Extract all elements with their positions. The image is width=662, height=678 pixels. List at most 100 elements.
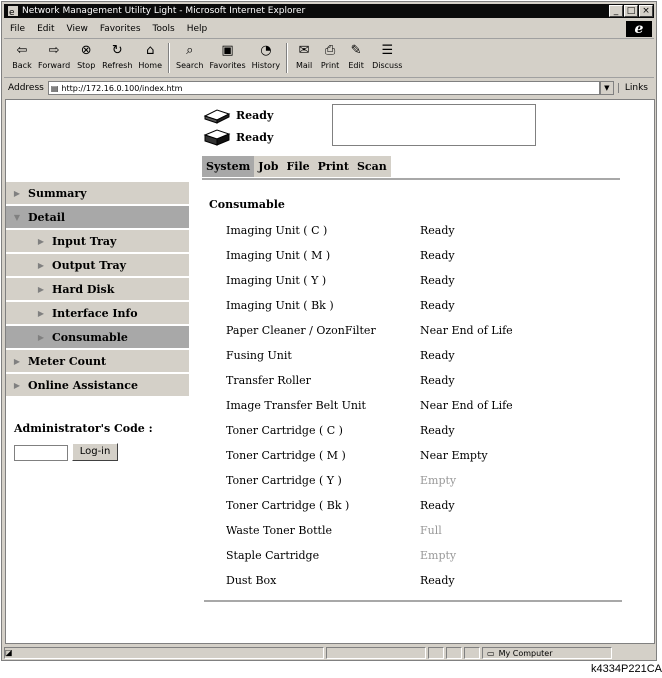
search-button[interactable]: ⌕ Search: [176, 39, 203, 71]
consumable-status: Near End of Life: [420, 324, 513, 337]
admin-code-input[interactable]: [14, 445, 68, 461]
chevron-right-icon: ▶: [37, 236, 45, 246]
consumable-name: Dust Box: [226, 574, 277, 587]
nav-summary[interactable]: ▶ Summary: [6, 182, 189, 204]
consumable-name: Toner Cartridge ( Y ): [226, 474, 342, 487]
consumable-row: Waste Toner Bottle Full: [226, 524, 442, 544]
address-bar: Address ▤ http://172.16.0.100/index.htm …: [4, 79, 654, 97]
consumable-status: Ready: [420, 499, 455, 512]
nav-detail[interactable]: ▼ Detail: [6, 206, 189, 228]
minimize-button[interactable]: _: [609, 5, 623, 17]
nav-hard-disk[interactable]: ▶ Hard Disk: [6, 278, 189, 300]
tab-system[interactable]: System: [202, 156, 255, 177]
consumable-row: Toner Cartridge ( C ) Ready: [226, 424, 455, 444]
nav-meter-count[interactable]: ▶ Meter Count: [6, 350, 189, 372]
svg-text:e: e: [9, 8, 15, 16]
back-arrow-icon: ⇦: [16, 42, 28, 58]
tab-bar: System Job File Print Scan: [202, 156, 391, 177]
section-title: Consumable: [209, 198, 285, 211]
status-bar: ◪ ▭ My Computer: [4, 646, 654, 660]
consumable-status: Ready: [420, 349, 455, 362]
nav-consumable[interactable]: ▶ Consumable: [6, 326, 189, 348]
menu-file[interactable]: File: [4, 24, 31, 34]
consumable-status: Empty: [420, 474, 457, 487]
scanner-status-text: Ready: [236, 130, 274, 144]
chevron-right-icon: ▶: [37, 260, 45, 270]
home-button[interactable]: ⌂ Home: [138, 39, 162, 71]
page-done-icon: ◪: [5, 648, 13, 657]
menu-tools[interactable]: Tools: [147, 24, 181, 34]
nav-output-tray[interactable]: ▶ Output Tray: [6, 254, 189, 276]
history-button[interactable]: ◔ History: [252, 39, 280, 71]
print-icon: ⎙: [324, 42, 336, 58]
favorites-icon: ▣: [221, 42, 234, 58]
chevron-down-icon: ▼: [13, 212, 21, 222]
menu-view[interactable]: View: [61, 24, 94, 34]
consumable-row: Image Transfer Belt Unit Near End of Life: [226, 399, 513, 419]
discuss-button[interactable]: ☰ Discuss: [372, 39, 402, 71]
back-button[interactable]: ⇦ Back: [12, 39, 32, 71]
chevron-right-icon: ▶: [13, 380, 21, 390]
history-icon: ◔: [260, 42, 272, 58]
status-cell: [446, 647, 462, 659]
printer-icon: [203, 109, 231, 124]
print-button[interactable]: ⎙ Print: [320, 39, 340, 71]
status-text-cell: ◪: [4, 647, 324, 659]
tab-print[interactable]: Print: [314, 156, 353, 177]
consumable-status: Ready: [420, 574, 455, 587]
consumable-status: Ready: [420, 224, 455, 237]
window-title: Network Management Utility Light - Micro…: [22, 6, 306, 16]
address-input[interactable]: ▤ http://172.16.0.100/index.htm: [47, 81, 600, 95]
refresh-button[interactable]: ↻ Refresh: [102, 39, 132, 71]
nav-input-tray[interactable]: ▶ Input Tray: [6, 230, 189, 252]
refresh-icon: ↻: [111, 42, 123, 58]
chevron-right-icon: ▶: [13, 356, 21, 366]
consumable-status: Ready: [420, 249, 455, 262]
menu-edit[interactable]: Edit: [31, 24, 60, 34]
content-bottom-rule: [204, 600, 622, 602]
forward-button[interactable]: ⇨ Forward: [38, 39, 70, 71]
consumable-name: Fusing Unit: [226, 349, 292, 362]
title-bar: e Network Management Utility Light - Mic…: [4, 4, 654, 18]
consumable-row: Toner Cartridge ( Y ) Empty: [226, 474, 456, 494]
browser-window: e Network Management Utility Light - Mic…: [1, 1, 657, 661]
links-button[interactable]: Links: [617, 83, 654, 93]
consumable-name: Toner Cartridge ( M ): [226, 449, 346, 462]
consumable-name: Imaging Unit ( C ): [226, 224, 328, 237]
admin-code-label: Administrator's Code :: [14, 422, 153, 435]
nav-interface-info[interactable]: ▶ Interface Info: [6, 302, 189, 324]
tab-job[interactable]: Job: [254, 156, 282, 177]
consumable-name: Imaging Unit ( M ): [226, 249, 331, 262]
favorites-button[interactable]: ▣ Favorites: [210, 39, 246, 71]
edit-icon: ✎: [350, 42, 362, 58]
status-progress-cell: [326, 647, 426, 659]
menu-help[interactable]: Help: [181, 24, 214, 34]
consumable-row: Toner Cartridge ( Bk ) Ready: [226, 499, 455, 519]
consumable-name: Staple Cartridge: [226, 549, 320, 562]
printer-status-row: Ready: [202, 104, 273, 126]
toolbar-separator: [168, 43, 171, 73]
address-label: Address: [8, 83, 44, 93]
edit-button[interactable]: ✎ Edit: [346, 39, 366, 71]
consumable-status: Near Empty: [420, 449, 488, 462]
consumable-row: Fusing Unit Ready: [226, 349, 455, 369]
discuss-icon: ☰: [381, 42, 394, 58]
toolbar: ⇦ Back ⇨ Forward ⊗ Stop ↻ Refresh ⌂ Home ⌕ Sea…: [4, 39, 654, 78]
nav-online-assistance[interactable]: ▶ Online Assistance: [6, 374, 189, 396]
message-box: [332, 104, 536, 146]
address-dropdown-button[interactable]: ▼: [599, 81, 614, 95]
maximize-button[interactable]: □: [624, 5, 638, 17]
consumable-name: Imaging Unit ( Y ): [226, 274, 327, 287]
login-button[interactable]: Log-in: [72, 443, 118, 461]
mail-icon: ✉: [298, 42, 310, 58]
tab-scan[interactable]: Scan: [353, 156, 391, 177]
mail-button[interactable]: ✉ Mail: [294, 39, 314, 71]
scanner-status-row: Ready: [202, 126, 273, 148]
ie-logo-icon: e: [626, 21, 652, 37]
consumable-name: Imaging Unit ( Bk ): [226, 299, 334, 312]
close-button[interactable]: ×: [639, 5, 653, 17]
stop-button[interactable]: ⊗ Stop: [76, 39, 96, 71]
menu-favorites[interactable]: Favorites: [94, 24, 147, 34]
consumable-name: Toner Cartridge ( Bk ): [226, 499, 350, 512]
tab-file[interactable]: File: [282, 156, 313, 177]
